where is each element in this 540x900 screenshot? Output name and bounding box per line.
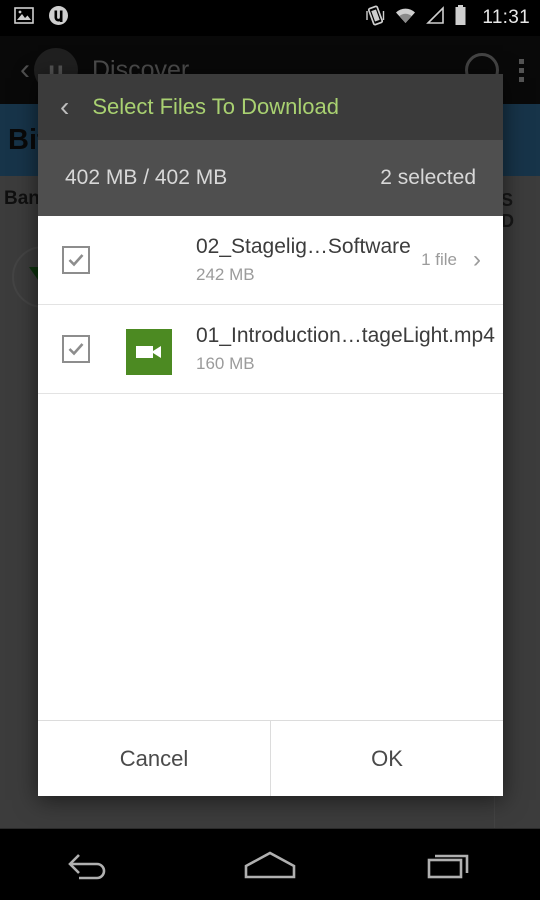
- vibrate-icon: [366, 5, 385, 31]
- battery-icon: [454, 5, 467, 31]
- selected-summary: 2 selected: [380, 166, 476, 189]
- cancel-button[interactable]: Cancel: [38, 721, 270, 796]
- dialog-title: Select Files To Download: [92, 94, 339, 119]
- row-checkbox[interactable]: [62, 246, 90, 274]
- dialog-actions: Cancel OK: [38, 720, 503, 796]
- file-size: 242 MB: [196, 265, 255, 284]
- utorrent-notification-icon: [48, 5, 69, 31]
- cell-signal-icon: [426, 6, 445, 30]
- size-summary: 402 MB / 402 MB: [65, 166, 228, 189]
- table-row[interactable]: 01_Introduction…tageLight.mp4 160 MB: [38, 305, 503, 394]
- status-bar-clock: 11:31: [482, 7, 530, 28]
- status-bar-notifications: [14, 5, 69, 31]
- recents-nav-icon[interactable]: [395, 829, 505, 900]
- navigation-bar: [0, 828, 540, 900]
- dialog-header: ‹ Select Files To Download: [38, 74, 503, 140]
- ok-button[interactable]: OK: [270, 721, 503, 796]
- row-checkbox[interactable]: [62, 335, 90, 363]
- status-bar: 11:31: [0, 0, 540, 36]
- home-nav-icon[interactable]: [215, 829, 325, 900]
- wifi-icon: [394, 6, 417, 30]
- phone-screen: 11:31 ‹ μ Discover Bit Band S D ‹ Select: [0, 0, 540, 900]
- file-size: 160 MB: [196, 354, 255, 373]
- image-icon: [14, 6, 34, 31]
- row-tail[interactable]: 1 file ›: [411, 248, 481, 272]
- dialog-summary-bar: 402 MB / 402 MB 2 selected: [38, 140, 503, 216]
- checkmark-icon: [68, 254, 84, 267]
- folder-icon: [126, 240, 172, 280]
- row-meta: 02_Stagelig…Software 242 MB: [196, 235, 411, 285]
- chevron-right-icon[interactable]: ›: [473, 248, 481, 272]
- file-name: 02_Stagelig…Software: [196, 235, 411, 258]
- status-bar-system-icons: 11:31: [366, 5, 530, 31]
- dialog-back-icon[interactable]: ‹: [60, 93, 69, 121]
- table-row[interactable]: 02_Stagelig…Software 242 MB 1 file ›: [38, 216, 503, 305]
- row-meta: 01_Introduction…tageLight.mp4 160 MB: [196, 324, 495, 374]
- select-files-dialog: ‹ Select Files To Download 402 MB / 402 …: [38, 74, 503, 796]
- checkmark-icon: [68, 343, 84, 356]
- back-nav-icon[interactable]: [35, 829, 145, 900]
- file-count: 1 file: [421, 250, 457, 269]
- file-list: 02_Stagelig…Software 242 MB 1 file › 01_…: [38, 216, 503, 720]
- video-file-icon: [126, 329, 172, 375]
- file-name: 01_Introduction…tageLight.mp4: [196, 324, 495, 347]
